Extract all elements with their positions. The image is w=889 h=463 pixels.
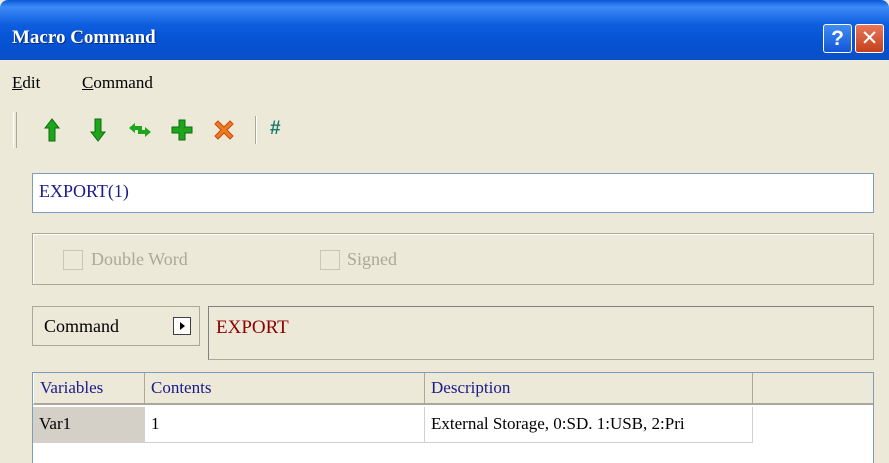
command-button-label: Command <box>44 316 119 336</box>
selected-command: EXPORT <box>208 306 874 360</box>
signed-checkbox[interactable] <box>320 250 340 270</box>
column-header-empty <box>753 373 873 405</box>
double-word-checkbox[interactable] <box>63 250 83 270</box>
menu-command[interactable]: Command <box>82 73 153 93</box>
signed-label: Signed <box>347 249 398 269</box>
menu-bar: Edit Command <box>0 69 889 99</box>
column-header-description[interactable]: Description <box>425 373 753 405</box>
hash-icon[interactable]: # <box>270 118 298 146</box>
double-word-label: Double Word <box>91 249 188 269</box>
window-title: Macro Command <box>12 27 156 48</box>
play-arrow-icon <box>173 317 191 335</box>
expression-input[interactable]: EXPORT(1) <box>32 173 874 213</box>
column-header-variables[interactable]: Variables <box>33 373 145 405</box>
help-button[interactable]: ? <box>823 24 852 53</box>
table-row-contents[interactable]: 1 <box>145 407 425 443</box>
close-button[interactable]: ✕ <box>855 24 884 53</box>
variables-table[interactable]: Variables Contents Description Var1 1 Ex… <box>32 372 874 463</box>
toolbar-separator <box>255 116 257 144</box>
green-up-arrow-icon[interactable] <box>38 116 66 144</box>
options-group: Double Word Signed <box>32 233 874 285</box>
macro-command-dialog: Macro Command ? ✕ Edit Command # EXPORT(… <box>0 0 889 463</box>
column-header-contents[interactable]: Contents <box>145 373 425 405</box>
toolbar: # <box>0 104 889 154</box>
command-button[interactable]: Command <box>32 306 200 346</box>
green-down-arrow-icon[interactable] <box>84 116 112 144</box>
toolbar-grip[interactable] <box>13 112 17 148</box>
menu-edit[interactable]: Edit <box>12 73 40 93</box>
title-bar: Macro Command ? ✕ <box>0 0 889 60</box>
table-row-description[interactable]: External Storage, 0:SD. 1:USB, 2:Pri <box>425 407 753 443</box>
orange-x-icon[interactable] <box>210 116 238 144</box>
table-row-variable[interactable]: Var1 <box>33 407 145 443</box>
green-plus-icon[interactable] <box>168 116 196 144</box>
swap-arrows-icon[interactable] <box>126 116 154 144</box>
